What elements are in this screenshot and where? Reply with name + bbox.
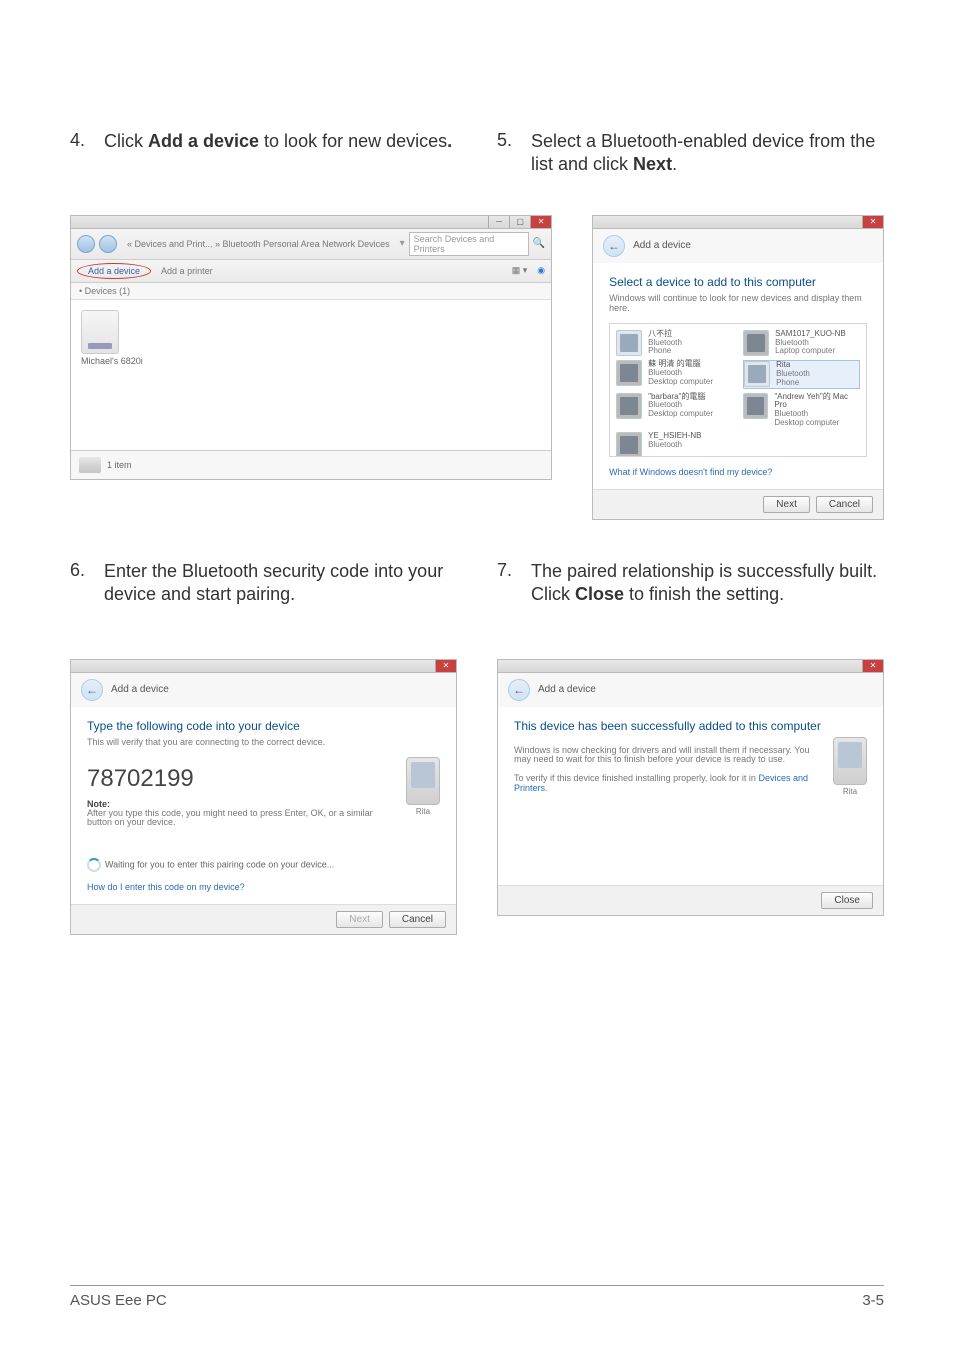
device-item[interactable]: 八不拉BluetoothPhone <box>616 330 733 356</box>
device-item[interactable]: YE_HSIEH-NBBluetooth <box>616 432 733 457</box>
success-para-1: Windows is now checking for drivers and … <box>514 746 813 766</box>
help-link[interactable]: How do I enter this code on my device? <box>87 882 440 892</box>
spinner-icon <box>87 858 101 872</box>
step-number: 4. <box>70 130 104 151</box>
phone-caption: Rita <box>406 807 440 816</box>
figure-pairing-code-dialog: ✕ ← Add a device Type the following code… <box>70 659 457 936</box>
dialog-heading: Select a device to add to this computer <box>609 275 867 289</box>
figure-devices-window: ─ ▢ ✕ « Devices and Print... » Bluetooth… <box>70 215 552 480</box>
pc-icon <box>616 432 642 457</box>
step-7-text: The paired relationship is successfully … <box>531 560 884 607</box>
minimize-icon[interactable]: ─ <box>488 216 509 228</box>
figure-success-dialog: ✕ ← Add a device This device has been su… <box>497 659 884 917</box>
step-number: 5. <box>497 130 531 151</box>
note-text: After you type this code, you might need… <box>87 809 386 829</box>
footer-product: ASUS Eee PC <box>70 1292 167 1309</box>
back-icon[interactable]: ← <box>508 679 530 701</box>
add-printer-button[interactable]: Add a printer <box>161 266 213 276</box>
phone-caption: Rita <box>833 787 867 796</box>
close-icon[interactable]: ✕ <box>435 660 456 672</box>
device-item[interactable]: "Andrew Yeh"的 Mac ProBluetoothDesktop co… <box>743 393 860 428</box>
device-icon[interactable] <box>81 310 119 354</box>
waiting-text: Waiting for you to enter this pairing co… <box>87 858 440 872</box>
back-icon[interactable]: ← <box>81 679 103 701</box>
step-6-text: Enter the Bluetooth security code into y… <box>104 560 457 607</box>
phone-icon <box>833 737 867 785</box>
next-button: Next <box>336 911 383 928</box>
breadcrumb[interactable]: « Devices and Print... » Bluetooth Perso… <box>121 239 396 249</box>
device-label: Michael's 6820i <box>81 356 143 366</box>
footer-page-number: 3-5 <box>862 1292 884 1309</box>
not-found-link[interactable]: What if Windows doesn't find my device? <box>609 467 867 477</box>
phone-icon <box>406 757 440 805</box>
dialog-heading: This device has been successfully added … <box>514 719 867 733</box>
dialog-subheading: Windows will continue to look for new de… <box>609 293 867 313</box>
dialog-title: Add a device <box>633 240 691 251</box>
device-list: 八不拉BluetoothPhone SAM1017_KUO-NBBluetooth… <box>609 323 867 457</box>
step-number: 7. <box>497 560 531 581</box>
cancel-button[interactable]: Cancel <box>389 911 446 928</box>
phone-icon <box>616 330 642 356</box>
status-icon <box>79 457 101 473</box>
device-item[interactable]: SAM1017_KUO-NBBluetoothLaptop computer <box>743 330 860 356</box>
next-button[interactable]: Next <box>763 496 810 513</box>
search-input[interactable]: Search Devices and Printers <box>409 232 529 256</box>
help-icon[interactable]: ◉ <box>537 265 545 276</box>
device-item[interactable]: "barbara"的電腦BluetoothDesktop computer <box>616 393 733 428</box>
close-button[interactable]: Close <box>821 892 873 909</box>
figure-add-device-dialog: ✕ ← Add a device Select a device to add … <box>592 215 884 520</box>
status-text: 1 item <box>107 460 132 470</box>
phone-icon <box>744 361 770 387</box>
dialog-title: Add a device <box>538 684 596 695</box>
step-4-text: Click Add a device to look for new devic… <box>104 130 452 153</box>
maximize-icon[interactable]: ▢ <box>509 216 530 228</box>
close-icon[interactable]: ✕ <box>862 216 883 228</box>
step-5-text: Select a Bluetooth-enabled device from t… <box>531 130 884 177</box>
forward-icon[interactable] <box>99 235 117 253</box>
add-device-button[interactable]: Add a device <box>77 263 151 279</box>
dialog-heading: Type the following code into your device <box>87 719 440 733</box>
back-icon[interactable] <box>77 235 95 253</box>
pairing-code: 78702199 <box>87 765 386 793</box>
pc-icon <box>616 393 642 419</box>
device-item[interactable]: RitaBluetoothPhone <box>743 360 860 388</box>
pc-icon <box>743 330 769 356</box>
close-icon[interactable]: ✕ <box>530 216 551 228</box>
devices-section-header: • Devices (1) <box>71 283 551 300</box>
step-number: 6. <box>70 560 104 581</box>
dialog-title: Add a device <box>111 684 169 695</box>
dialog-subheading: This will verify that you are connecting… <box>87 737 440 747</box>
search-icon[interactable]: 🔍 <box>533 238 545 249</box>
pc-icon <box>743 393 768 419</box>
close-icon[interactable]: ✕ <box>862 660 883 672</box>
pc-icon <box>616 360 642 386</box>
back-icon[interactable]: ← <box>603 235 625 257</box>
cancel-button[interactable]: Cancel <box>816 496 873 513</box>
success-para-2: To verify if this device finished instal… <box>514 774 813 794</box>
device-item[interactable]: 蘇 明清 的電腦BluetoothDesktop computer <box>616 360 733 388</box>
